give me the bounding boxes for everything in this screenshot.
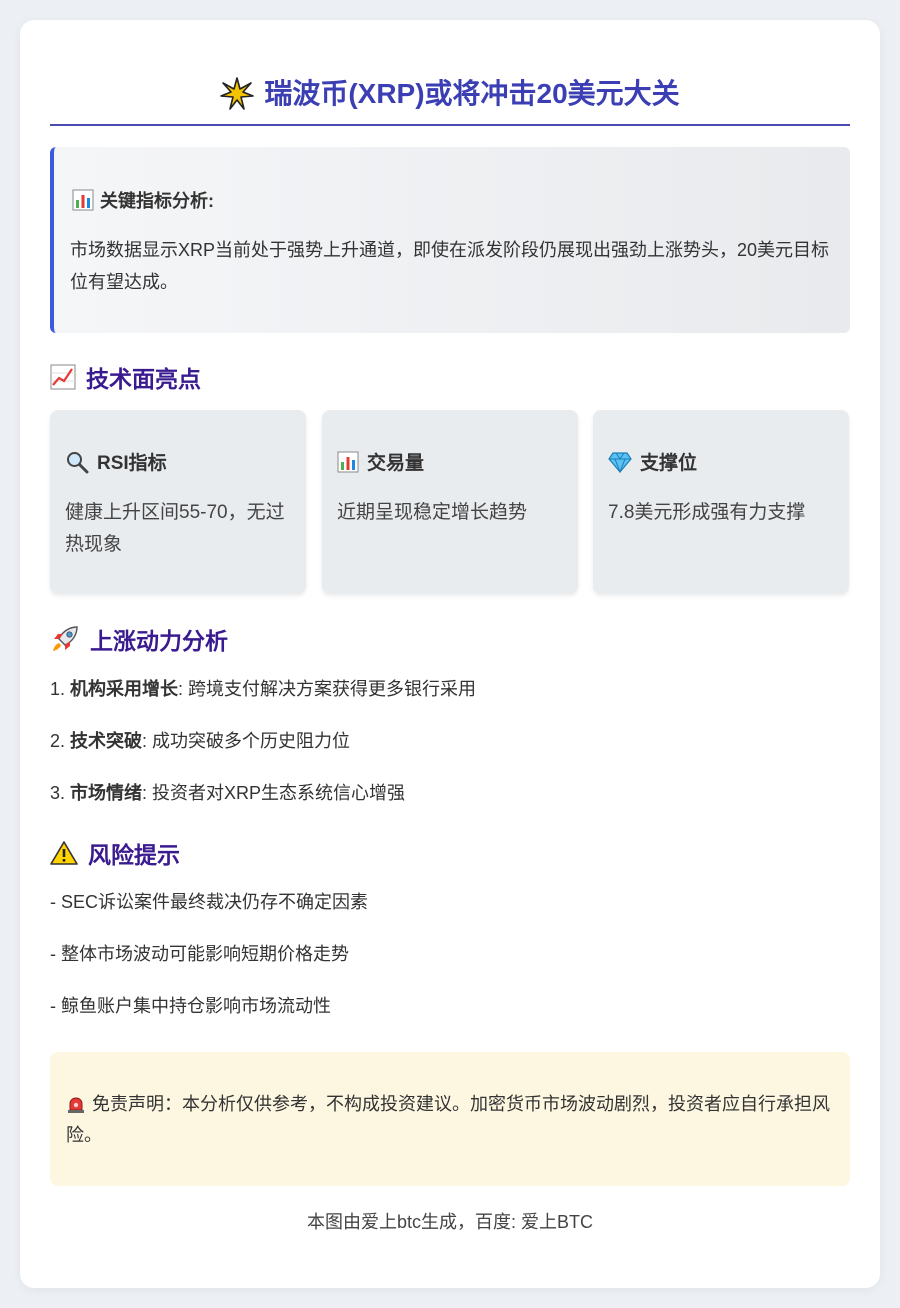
list-item: 2. 技术突破: 成功突破多个历史阻力位 (50, 731, 351, 751)
disclaimer-box: 免责声明：本分析仅供参考，不构成投资建议。加密货币市场波动剧烈，投资者应自行承担… (50, 1052, 850, 1186)
title-text: 瑞波币(XRP)或将冲击20美元大关 (264, 78, 680, 109)
warning-icon (50, 840, 78, 866)
key-indicators-box: 关键指标分析: 市场数据显示XRP当前处于强势上升通道，即使在派发阶段仍展现出强… (50, 147, 850, 333)
list-item: 3. 市场情绪: 投资者对XRP生态系统信心增强 (50, 783, 406, 803)
tech-card-rsi: RSI指标 健康上升区间55-70，无过热现象 (50, 410, 306, 594)
risk-item: - 鲸鱼账户集中持仓影响市场流动性 (50, 996, 331, 1016)
key-indicators-heading: 关键指标分析: (72, 187, 214, 213)
technical-heading: 技术面亮点 (50, 360, 201, 394)
tech-card-text: 7.8美元形成强有力支撑 (608, 502, 806, 523)
risk-item: - 整体市场波动可能影响短期价格走势 (50, 944, 349, 964)
bar-chart-icon (72, 189, 94, 211)
disclaimer-line: 免责声明：本分析仅供参考，不构成投资建议。加密货币市场波动剧烈，投资者应自行承担… (66, 1089, 836, 1151)
siren-icon (66, 1095, 86, 1113)
magnifier-icon (65, 450, 89, 474)
technical-heading-text: 技术面亮点 (86, 366, 201, 392)
risk-heading: 风险提示 (50, 836, 180, 870)
disclaimer-text: 免责声明：本分析仅供参考，不构成投资建议。加密货币市场波动剧烈，投资者应自行承担… (66, 1094, 830, 1145)
momentum-heading: 上涨动力分析 (50, 622, 228, 656)
chart-increasing-icon (50, 364, 76, 390)
article-card: 瑞波币(XRP)或将冲击20美元大关 关键指标分析: 市场数据显示XRP当前处于… (20, 20, 880, 1288)
sparkle-burst-icon (220, 77, 255, 111)
key-indicators-heading-text: 关键指标分析: (100, 191, 214, 211)
tech-card-support: 支撑位 7.8美元形成强有力支撑 (593, 410, 849, 594)
tech-card-title: 交易量 (337, 448, 424, 475)
tech-card-title: RSI指标 (65, 448, 167, 475)
bar-chart-icon (337, 451, 359, 473)
list-item: 1. 机构采用增长: 跨境支付解决方案获得更多银行采用 (50, 679, 477, 699)
risk-heading-text: 风险提示 (88, 842, 180, 868)
gem-icon (608, 451, 632, 473)
tech-card-text: 健康上升区间55-70，无过热现象 (65, 502, 285, 555)
tech-card-text: 近期呈现稳定增长趋势 (337, 502, 528, 523)
footer-credit: 本图由爱上btc生成，百度: 爱上BTC (306, 1212, 593, 1232)
page-title: 瑞波币(XRP)或将冲击20美元大关 (50, 74, 850, 114)
rocket-icon (50, 624, 80, 654)
key-indicators-text: 市场数据显示XRP当前处于强势上升通道，即使在派发阶段仍展现出强劲上涨势头，20… (70, 240, 830, 292)
tech-card-title: 支撑位 (608, 448, 697, 475)
risk-item: - SEC诉讼案件最终裁决仍存不确定因素 (50, 892, 369, 912)
tech-card-volume: 交易量 近期呈现稳定增长趋势 (322, 410, 578, 594)
momentum-heading-text: 上涨动力分析 (90, 628, 228, 654)
title-divider (50, 124, 850, 126)
